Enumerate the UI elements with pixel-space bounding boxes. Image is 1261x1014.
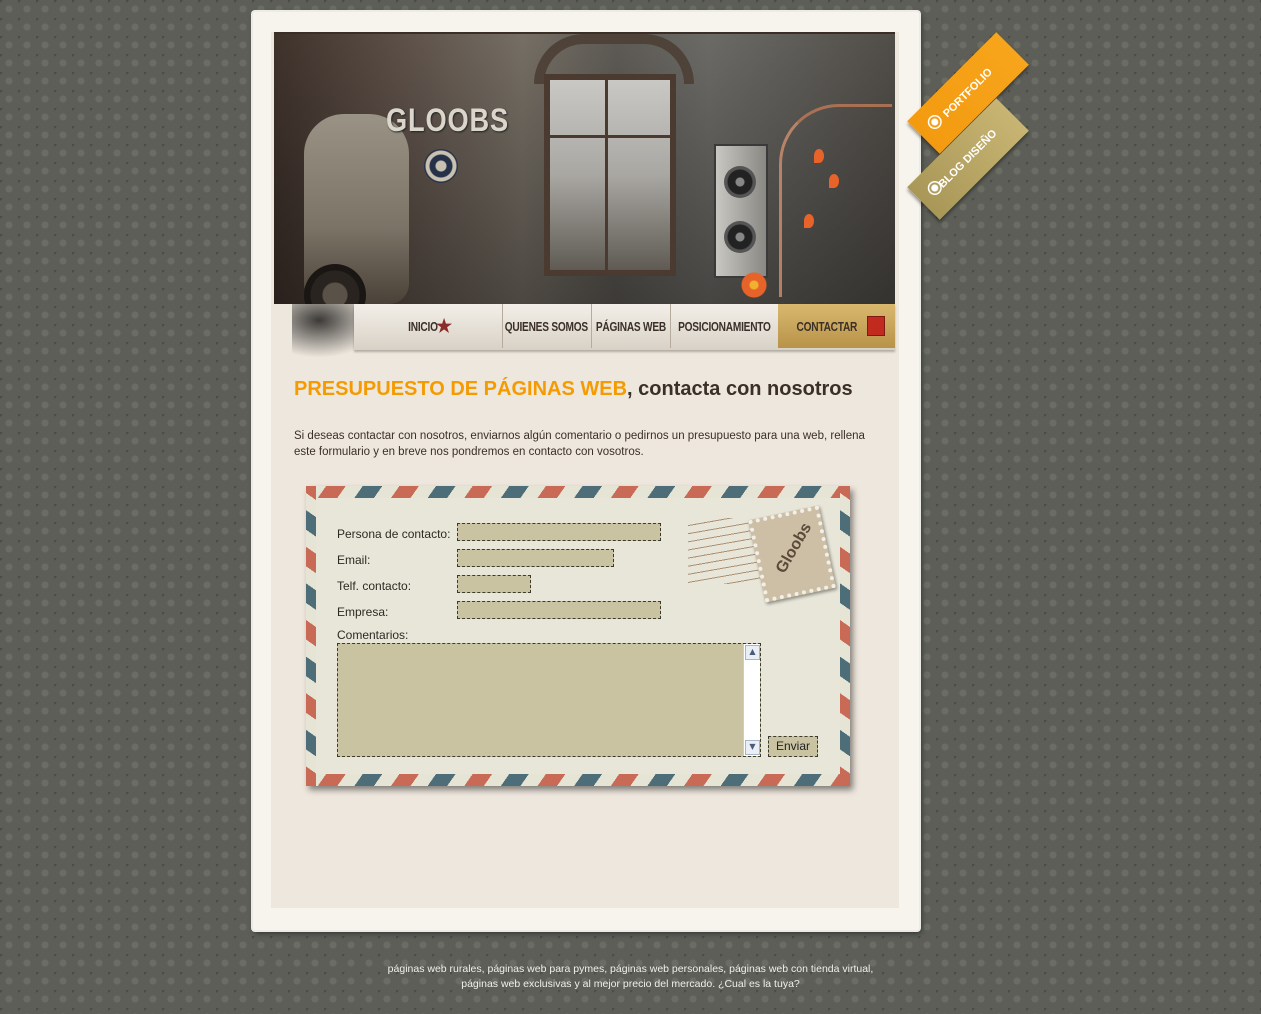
page-title-rest: , contacta con nosotros [627,378,853,400]
submit-button[interactable]: Enviar [768,736,818,757]
stamp-icon [867,316,886,336]
email-label: Email: [337,553,371,567]
footer-line-1: páginas web rurales, páginas web para py… [387,963,874,975]
scroll-up-icon[interactable]: ▲ [745,645,760,660]
main-nav: INICIO ★ QUIENES SOMOS PÁGINAS WEB POSIC… [274,304,895,358]
nav-item-posicionamiento[interactable]: POSICIONAMIENTO [670,304,779,348]
page-title: PRESUPUESTO DE PÁGINAS WEB, contacta con… [294,378,853,401]
intro-text: Si deseas contactar con nosotros, enviar… [294,430,865,458]
header-banner: GLOOBS [274,32,895,306]
leaf-icon [829,174,839,188]
leaf-icon [804,214,814,228]
leaf-icon [814,149,824,163]
envelope-border [306,486,316,786]
footer-line-2: páginas web exclusivas y al mejor precio… [461,978,800,990]
nav-item-quienes-somos[interactable]: QUIENES SOMOS [502,304,592,348]
nav-label: PÁGINAS WEB [595,318,666,334]
company-label: Empresa: [337,605,389,619]
nav-item-paginas-web[interactable]: PÁGINAS WEB [591,304,671,348]
comments-scrollbar[interactable]: ▲ ▼ [743,644,760,756]
branch-decoration [779,104,892,297]
nav-label: CONTACTAR [796,318,857,334]
target-icon [924,112,945,132]
speaker-image [714,144,768,278]
star-icon: ★ [436,315,452,336]
nav-item-contactar[interactable]: CONTACTAR [778,304,895,348]
contact-label: Persona de contacto: [337,527,451,541]
page-title-highlight: PRESUPUESTO DE PÁGINAS WEB [294,378,628,400]
flower-icon [734,272,774,298]
contact-name-field[interactable] [457,523,661,541]
company-field[interactable] [457,601,661,619]
nav-label: INICIO [408,318,438,334]
comments-label: Comentarios: [337,628,409,642]
nav-label: QUIENES SOMOS [504,318,589,334]
nav-strip: INICIO ★ QUIENES SOMOS PÁGINAS WEB POSIC… [354,304,895,350]
phone-field[interactable] [457,575,531,593]
banner-window [544,74,676,276]
envelope-border [306,774,850,786]
phone-label: Telf. contacto: [337,579,412,593]
nav-label: POSICIONAMIENTO [677,318,771,334]
nav-item-inicio[interactable]: INICIO ★ [354,304,503,348]
target-icon [424,149,458,183]
envelope-border [306,486,850,498]
footer-text: páginas web rurales, páginas web para py… [0,962,1261,992]
stamp-text: Gloobs [772,520,816,577]
email-field[interactable] [457,549,614,567]
scroll-down-icon[interactable]: ▼ [745,740,760,755]
brand-logo: GLOOBS [386,102,509,138]
envelope-border [840,486,850,786]
comments-textarea[interactable]: ▲ ▼ [337,643,761,757]
